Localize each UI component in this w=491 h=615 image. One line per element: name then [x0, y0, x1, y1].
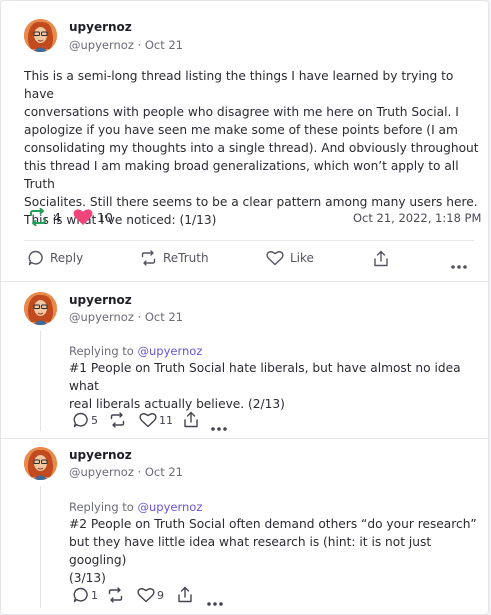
divider	[1, 281, 490, 282]
like-button[interactable]: 11	[139, 412, 173, 428]
share-button[interactable]	[183, 411, 201, 428]
avatar-illustration	[24, 292, 57, 325]
replying-to-prefix: Replying to	[69, 500, 138, 514]
mention-link[interactable]: @upyernoz	[138, 344, 203, 358]
reply-label: Reply	[50, 251, 84, 265]
heart-filled-icon	[73, 209, 93, 225]
like-label: Like	[290, 251, 314, 265]
speech-bubble-icon	[73, 587, 88, 603]
retruth-count: 4	[53, 209, 61, 225]
divider	[24, 240, 474, 241]
retruth-button[interactable]: ReTruth	[140, 250, 209, 266]
author-name[interactable]: upyernoz	[69, 20, 132, 34]
post-timestamp[interactable]: Oct 21, 2022, 1:18 PM	[353, 211, 481, 225]
reply-count: 1	[91, 588, 98, 602]
reply-text-line: #2 People on Truth Social often demand o…	[69, 517, 477, 531]
reply-body: #1 People on Truth Social hate liberals,…	[69, 359, 479, 413]
replying-to-prefix: Replying to	[69, 344, 138, 358]
like-count: 11	[159, 413, 173, 427]
share-icon	[178, 586, 192, 603]
replying-to: Replying to @upyernoz	[69, 344, 202, 358]
reply-text-line: (3/13)	[69, 571, 106, 585]
retruth-icon	[141, 250, 156, 266]
author-handle-date[interactable]: @upyernoz · Oct 21	[69, 465, 183, 479]
divider	[1, 438, 490, 439]
reply-button[interactable]: 1	[73, 587, 98, 603]
share-icon	[184, 411, 198, 428]
more-options-button[interactable]	[206, 592, 224, 611]
post-text-line: this thread I am making broad generaliza…	[24, 159, 459, 191]
heart-icon	[266, 251, 284, 266]
reply-button[interactable]: 5	[73, 412, 98, 428]
reply-body: #2 People on Truth Social often demand o…	[69, 515, 484, 587]
post-text-line: consolidating my thoughts into a single …	[24, 141, 479, 155]
author-name[interactable]: upyernoz	[69, 448, 132, 462]
like-button[interactable]: 9	[137, 587, 164, 603]
retruth-icon	[110, 412, 125, 428]
retruth-icon	[108, 587, 123, 603]
speech-bubble-icon	[73, 412, 88, 428]
post-body: This is a semi-long thread listing the t…	[24, 67, 479, 229]
author-name[interactable]: upyernoz	[69, 293, 132, 307]
like-count: 10	[97, 209, 113, 225]
avatar-illustration	[24, 447, 57, 480]
like-button[interactable]: Like	[266, 250, 314, 266]
speech-bubble-icon	[28, 250, 43, 266]
avatar[interactable]	[24, 447, 57, 480]
share-icon	[374, 250, 388, 267]
more-options-button[interactable]	[450, 255, 468, 274]
avatar-illustration	[24, 19, 57, 52]
retruth-stat[interactable]: 4	[28, 208, 61, 226]
author-handle-date[interactable]: @upyernoz · Oct 21	[69, 310, 183, 324]
avatar[interactable]	[24, 19, 57, 52]
thread-line	[40, 486, 41, 608]
like-count: 9	[157, 588, 164, 602]
reply-count: 5	[91, 413, 98, 427]
retruth-button[interactable]	[109, 412, 128, 428]
post-text-line: conversations with people who disagree w…	[24, 105, 459, 119]
replying-to: Replying to @upyernoz	[69, 500, 202, 514]
retruth-button[interactable]	[107, 587, 126, 603]
share-button[interactable]	[373, 250, 395, 267]
heart-icon	[137, 588, 155, 603]
retruth-icon	[30, 208, 46, 226]
post-text-line: This is a semi-long thread listing the t…	[24, 69, 454, 101]
heart-icon	[139, 413, 157, 428]
reply-text-line: but they have little idea what research …	[69, 535, 432, 567]
post-text-line: apologize if you have seen me make some …	[24, 123, 458, 137]
reply-text-line: real liberals actually believe. (2/13)	[69, 397, 285, 411]
reply-text-line: #1 People on Truth Social hate liberals,…	[69, 361, 461, 393]
mention-link[interactable]: @upyernoz	[138, 500, 203, 514]
share-button[interactable]	[177, 586, 195, 603]
avatar[interactable]	[24, 292, 57, 325]
retruth-label: ReTruth	[163, 251, 209, 265]
thread-line	[40, 331, 41, 431]
thread-card: upyernoz @upyernoz · Oct 21 This is a se…	[0, 0, 490, 615]
author-handle-date[interactable]: @upyernoz · Oct 21	[69, 38, 183, 52]
like-stat[interactable]: 10	[73, 208, 113, 226]
ellipsis-icon	[207, 602, 223, 606]
ellipsis-icon	[211, 427, 227, 431]
more-options-button[interactable]	[210, 417, 228, 436]
ellipsis-icon	[451, 265, 467, 269]
reply-button[interactable]: Reply	[28, 250, 83, 266]
